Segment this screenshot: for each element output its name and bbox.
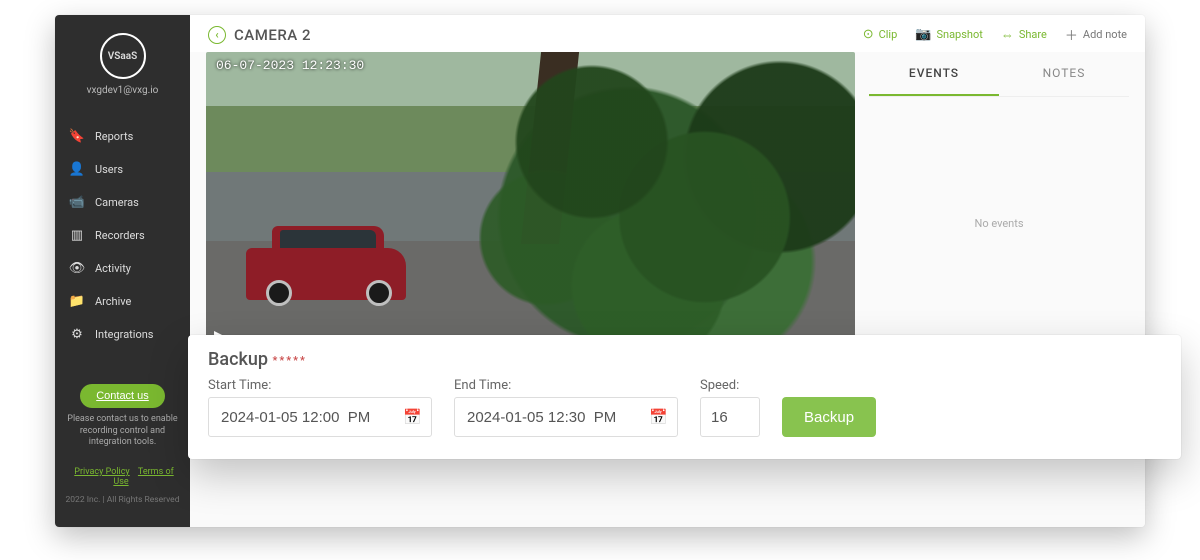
snapshot-action[interactable]: 📷 Snapshot — [915, 27, 983, 42]
camera-photo-icon: 📷 — [915, 27, 931, 42]
start-time-label: Start Time: — [208, 378, 432, 393]
sidebar-item-label: Recorders — [95, 229, 145, 242]
sidebar-item-label: Integrations — [95, 328, 153, 341]
back-button[interactable]: ‹ — [208, 26, 226, 44]
backup-button[interactable]: Backup — [782, 397, 876, 437]
sidebar-item-label: Archive — [95, 295, 131, 308]
video-player[interactable]: 06-07-2023 12:23:30 ▶ — [206, 52, 855, 352]
end-time-label: End Time: — [454, 378, 678, 393]
recorder-icon: ▥ — [69, 228, 85, 243]
add-note-action[interactable]: ＋ Add note — [1065, 25, 1127, 44]
sidebar: VSaaS vxgdev1@vxg.io 🔖 Reports 👤 Users 📹… — [55, 15, 190, 527]
camera-icon: 📹 — [69, 195, 85, 210]
user-email: vxgdev1@vxg.io — [87, 85, 159, 96]
sidebar-item-archive[interactable]: 📁 Archive — [55, 285, 190, 318]
sidebar-item-cameras[interactable]: 📹 Cameras — [55, 186, 190, 219]
required-marker: ***** — [272, 354, 306, 367]
sidebar-item-users[interactable]: 👤 Users — [55, 153, 190, 186]
share-label: Share — [1019, 28, 1047, 41]
speed-label: Speed: — [700, 378, 760, 393]
camera-title: CAMERA 2 — [234, 26, 311, 44]
events-empty-state: No events — [869, 97, 1129, 230]
clip-action[interactable]: ⊙ Clip — [863, 27, 898, 42]
eye-icon: 👁 — [69, 261, 85, 276]
scene-foliage — [479, 52, 855, 352]
plus-icon: ＋ — [1065, 25, 1078, 44]
sidebar-item-label: Users — [95, 163, 123, 176]
sidebar-item-recorders[interactable]: ▥ Recorders — [55, 219, 190, 252]
tab-notes[interactable]: NOTES — [999, 52, 1129, 96]
contact-us-button[interactable]: Contact us — [80, 384, 165, 408]
topbar-actions: ⊙ Clip 📷 Snapshot ⇔ Share ＋ Add note — [863, 25, 1127, 44]
scene-red-suv — [246, 248, 406, 300]
brand-logo: VSaaS — [100, 33, 146, 79]
clip-label: Clip — [879, 28, 898, 41]
backup-panel-large: Backup ***** Start Time: 📅 End Time: 📅 S… — [188, 335, 1181, 459]
share-action[interactable]: ⇔ Share — [1001, 27, 1047, 43]
share-icon: ⇔ — [1001, 27, 1014, 43]
copyright-text: 2022 Inc. | All Rights Reserved — [65, 495, 180, 505]
speed-input[interactable] — [700, 397, 760, 437]
sidebar-item-label: Reports — [95, 130, 133, 143]
sidebar-item-activity[interactable]: 👁 Activity — [55, 252, 190, 285]
start-time-input[interactable] — [208, 397, 432, 437]
privacy-policy-link[interactable]: Privacy Policy — [74, 467, 129, 477]
video-timestamp: 06-07-2023 12:23:30 — [216, 58, 364, 73]
bookmark-icon: 🔖 — [69, 129, 85, 144]
legal-links: Privacy Policy Terms of Use — [65, 467, 180, 487]
sidebar-item-label: Activity — [95, 262, 131, 275]
sidebar-nav: 🔖 Reports 👤 Users 📹 Cameras ▥ Recorders … — [55, 120, 190, 351]
sidebar-item-reports[interactable]: 🔖 Reports — [55, 120, 190, 153]
sidebar-item-label: Cameras — [95, 196, 139, 209]
sidebar-footer: Contact us Please contact us to enable r… — [55, 384, 190, 517]
gear-icon: ⚙ — [69, 327, 85, 342]
play-circle-icon: ⊙ — [863, 27, 874, 42]
snapshot-label: Snapshot — [936, 28, 982, 41]
contact-note: Please contact us to enable recording co… — [65, 414, 180, 449]
end-time-input[interactable] — [454, 397, 678, 437]
tab-events[interactable]: EVENTS — [869, 52, 999, 96]
sidebar-item-integrations[interactable]: ⚙ Integrations — [55, 318, 190, 351]
user-icon: 👤 — [69, 162, 85, 177]
add-note-label: Add note — [1083, 28, 1127, 41]
topbar: ‹ CAMERA 2 ⊙ Clip 📷 Snapshot ⇔ Share ＋ — [190, 15, 1145, 52]
folder-icon: 📁 — [69, 294, 85, 309]
backup-large-title: Backup — [208, 349, 268, 370]
